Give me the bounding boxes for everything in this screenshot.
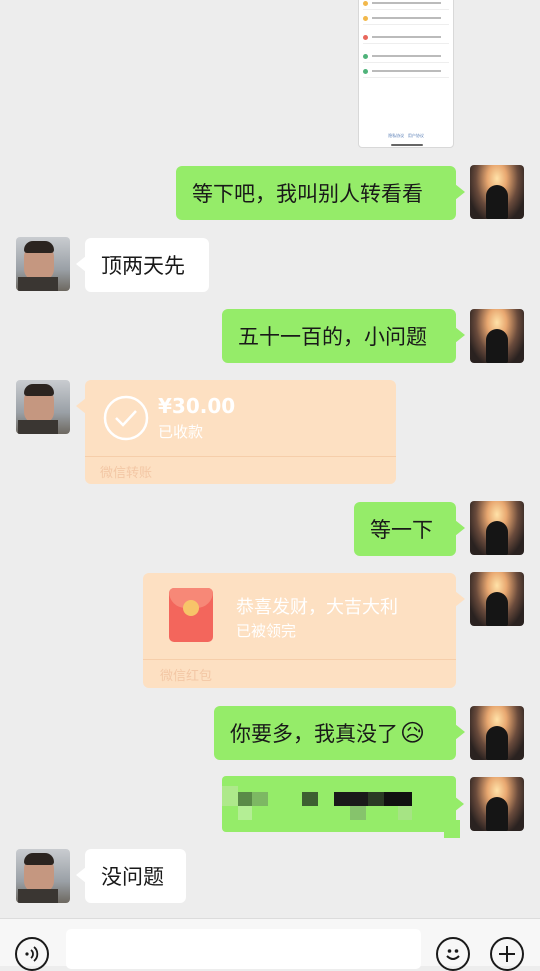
avatar-self[interactable] [470, 501, 524, 555]
message-bubble-friend[interactable]: 顶两天先 [76, 238, 209, 292]
avatar-self[interactable] [470, 309, 524, 363]
transfer-status: 已收款 [158, 423, 204, 441]
avatar-self[interactable] [470, 706, 524, 760]
avatar-friend[interactable] [16, 237, 70, 291]
screenshot-row [363, 0, 449, 10]
avatar-self[interactable] [470, 165, 524, 219]
message-text: 等下吧，我叫别人转看看 [192, 182, 423, 206]
avatar-friend[interactable] [16, 849, 70, 903]
home-indicator [391, 144, 423, 146]
red-packet-status: 已被领完 [236, 622, 297, 640]
crying-laughing-emoji: 😥 [400, 719, 426, 747]
screenshot-row [363, 65, 449, 78]
message-bubble-friend[interactable]: 没问题 [76, 849, 186, 903]
emoji-icon[interactable] [436, 937, 470, 971]
screenshot-footer: 隐私协议 用户协议 [359, 133, 453, 139]
screenshot-row [363, 50, 449, 63]
red-packet-footer: 微信红包 [160, 669, 213, 684]
message-bubble-self[interactable]: 五十一百的，小问题 [222, 309, 465, 363]
card-divider [85, 456, 396, 457]
screenshot-footer-right: 用户协议 [407, 133, 424, 138]
avatar-friend[interactable] [16, 380, 70, 434]
message-text: 没问题 [101, 865, 164, 889]
avatar-self[interactable] [470, 572, 524, 626]
red-packet-card[interactable]: 恭喜发财，大吉大利 已被领完 微信红包 [143, 573, 465, 688]
smiley-face-icon [446, 949, 460, 960]
message-bubble-self[interactable]: 等一下 [354, 502, 465, 556]
red-envelope-icon [169, 588, 213, 642]
shared-screenshot-card[interactable]: 隐私协议 用户协议 [358, 0, 454, 148]
mosaic-message-bubble[interactable] [222, 776, 464, 838]
screenshot-row [363, 31, 449, 44]
message-bubble-self[interactable]: 等下吧，我叫别人转看看 [176, 166, 465, 220]
avatar-self[interactable] [470, 777, 524, 831]
message-text: 五十一百的，小问题 [238, 325, 427, 349]
plus-icon[interactable] [490, 937, 524, 971]
transfer-amount: ¥30.00 [158, 394, 236, 418]
plus-sign-icon [499, 946, 515, 962]
transfer-card[interactable]: ¥30.00 已收款 微信转账 [76, 380, 396, 484]
voice-icon[interactable] [15, 937, 49, 971]
screenshot-footer-left: 隐私协议 [388, 133, 405, 138]
check-circle-icon [103, 395, 149, 441]
screenshot-row [363, 12, 449, 25]
message-input[interactable] [66, 929, 421, 969]
red-packet-greeting: 恭喜发财，大吉大利 [236, 597, 398, 618]
card-divider [143, 659, 456, 660]
message-text: 顶两天先 [101, 254, 185, 278]
message-text: 你要多，我真没了 [230, 722, 398, 746]
chat-input-bar [0, 918, 540, 971]
voice-waves-icon [25, 946, 39, 962]
message-text: 等一下 [370, 518, 433, 542]
message-bubble-self[interactable]: 你要多，我真没了 😥 [214, 706, 465, 760]
transfer-footer: 微信转账 [100, 466, 153, 481]
